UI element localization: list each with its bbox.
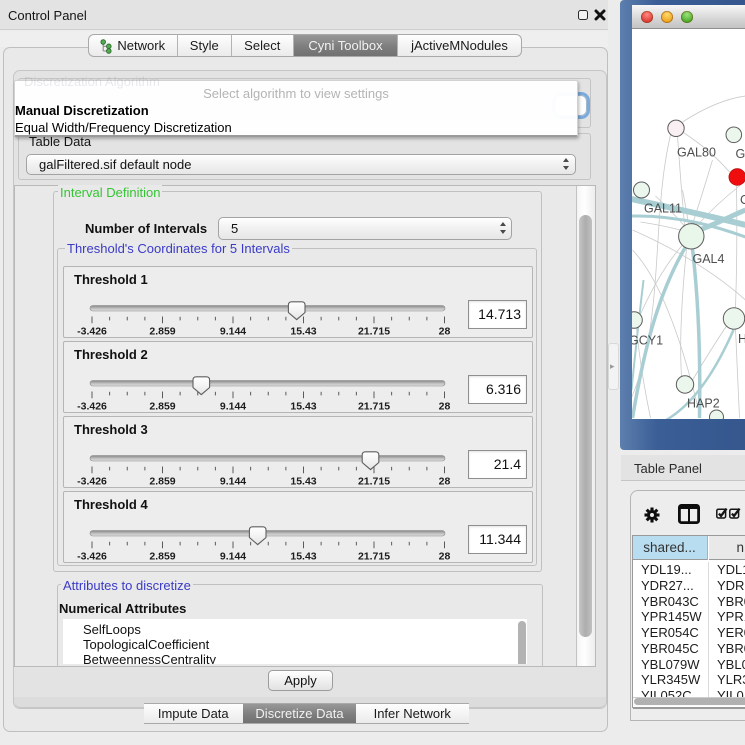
svg-text:9.144: 9.144	[220, 551, 246, 563]
svg-text:28: 28	[439, 551, 451, 563]
svg-text:-3.426: -3.426	[77, 326, 107, 338]
svg-text:-3.426: -3.426	[77, 551, 107, 563]
svg-text:GAL80: GAL80	[677, 146, 716, 160]
svg-text:C: C	[740, 193, 745, 207]
svg-text:21.715: 21.715	[358, 476, 390, 488]
svg-text:2.859: 2.859	[149, 551, 175, 563]
svg-text:9.144: 9.144	[220, 326, 246, 338]
svg-text:15.43: 15.43	[290, 476, 316, 488]
svg-text:-3.426: -3.426	[77, 401, 107, 413]
svg-text:9.144: 9.144	[220, 401, 246, 413]
svg-text:15.43: 15.43	[290, 551, 316, 563]
svg-text:28: 28	[439, 476, 451, 488]
svg-text:15.43: 15.43	[290, 326, 316, 338]
svg-text:H: H	[738, 332, 745, 346]
svg-text:GAL4: GAL4	[692, 252, 724, 266]
svg-text:28: 28	[439, 326, 451, 338]
svg-text:21.715: 21.715	[358, 326, 390, 338]
svg-text:GAL11: GAL11	[644, 202, 682, 216]
svg-text:15.43: 15.43	[290, 401, 316, 413]
svg-text:2.859: 2.859	[149, 476, 175, 488]
svg-text:G.: G.	[735, 147, 745, 161]
svg-text:28: 28	[439, 401, 451, 413]
svg-text:HAP2: HAP2	[687, 397, 720, 411]
svg-text:-3.426: -3.426	[77, 476, 107, 488]
svg-text:21.715: 21.715	[358, 401, 390, 413]
svg-text:9.144: 9.144	[220, 476, 246, 488]
svg-text:GCY1: GCY1	[632, 334, 663, 348]
svg-text:21.715: 21.715	[358, 551, 390, 563]
svg-text:2.859: 2.859	[149, 326, 175, 338]
svg-text:2.859: 2.859	[149, 401, 175, 413]
